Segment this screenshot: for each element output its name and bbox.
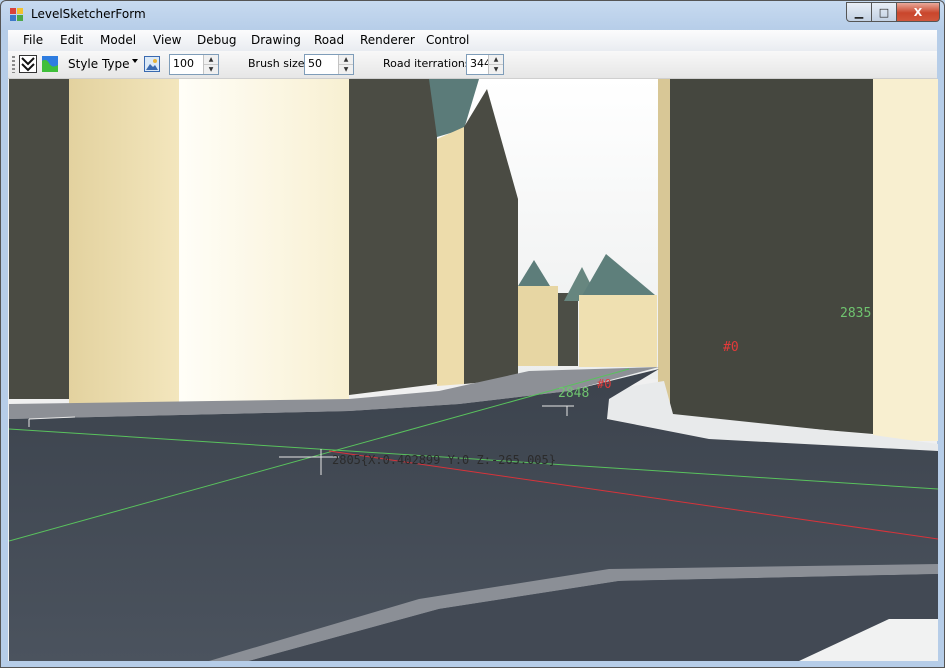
menu-edit[interactable]: Edit <box>60 33 83 47</box>
brush-size-label: Brush size <box>248 57 305 70</box>
stepper-arrows[interactable]: ▲ ▼ <box>338 55 353 74</box>
node-label-hash-0: #0 <box>723 340 739 355</box>
stepper-arrows[interactable]: ▲ ▼ <box>203 55 218 74</box>
cursor-coordinate-readout: 2805{X:0.402899 Y:0 Z:-265.005} <box>332 453 556 467</box>
node-label-2835: 2835 <box>840 306 871 321</box>
menu-view[interactable]: View <box>153 33 181 47</box>
menu-drawing[interactable]: Drawing <box>251 33 301 47</box>
title-bar[interactable]: LevelSketcherForm ▁ □ X <box>1 1 944 29</box>
road-iterations-label: Road iterrations <box>383 57 471 70</box>
main-window: LevelSketcherForm ▁ □ X File Edit Model … <box>0 0 945 668</box>
building-lit-wall <box>179 79 349 409</box>
stepper-arrows[interactable]: ▲ ▼ <box>488 55 503 74</box>
image-icon[interactable] <box>144 56 160 72</box>
menu-file[interactable]: File <box>23 33 43 47</box>
window-title: LevelSketcherForm <box>31 7 146 21</box>
scene-canvas[interactable]: 2835 #0 2848 #0 2805{X:0.402899 Y:0 Z:-2… <box>9 79 938 661</box>
node-label-2848: 2848 <box>558 386 589 401</box>
chevron-down-icon[interactable] <box>132 59 138 63</box>
menu-bar: File Edit Model View Debug Drawing Road … <box>8 30 937 51</box>
app-icon <box>10 8 23 21</box>
node-label-hash-red: #0 <box>597 377 611 391</box>
menu-model[interactable]: Model <box>100 33 136 47</box>
close-button[interactable]: X <box>897 2 940 22</box>
road-iterations-stepper[interactable]: 344 ▲ ▼ <box>466 54 504 75</box>
toolbar-grip[interactable] <box>12 56 15 73</box>
brush-size-value: 50 <box>308 57 322 70</box>
toolbar: Style Type 100 ▲ ▼ Brush size 50 ▲ ▼ Road … <box>8 51 937 79</box>
minimize-button[interactable]: ▁ <box>846 2 872 22</box>
building-dark-left <box>9 79 69 399</box>
menu-road[interactable]: Road <box>314 33 344 47</box>
maximize-button[interactable]: □ <box>872 2 897 22</box>
terrain-brush-icon[interactable] <box>41 55 59 73</box>
style-type-dropdown[interactable]: Style Type <box>68 57 130 71</box>
building-edge-right <box>658 79 670 409</box>
window-controls: ▁ □ X <box>846 2 940 22</box>
brush-size-stepper[interactable]: 50 ▲ ▼ <box>304 54 354 75</box>
building-dark-center <box>349 79 437 395</box>
menu-renderer[interactable]: Renderer <box>360 33 415 47</box>
zoom-value: 100 <box>173 57 194 70</box>
building-wall-left <box>69 79 179 409</box>
zoom-stepper[interactable]: 100 ▲ ▼ <box>169 54 219 75</box>
menu-debug[interactable]: Debug <box>197 33 236 47</box>
building-wall-right <box>873 79 938 441</box>
building-gable-wall <box>437 127 464 386</box>
menu-control[interactable]: Control <box>426 33 469 47</box>
client-area: File Edit Model View Debug Drawing Road … <box>8 30 938 661</box>
building-dark-right <box>670 79 873 434</box>
render-viewport[interactable]: 2835 #0 2848 #0 2805{X:0.402899 Y:0 Z:-2… <box>9 79 938 661</box>
road-sketch-icon[interactable] <box>19 55 37 73</box>
